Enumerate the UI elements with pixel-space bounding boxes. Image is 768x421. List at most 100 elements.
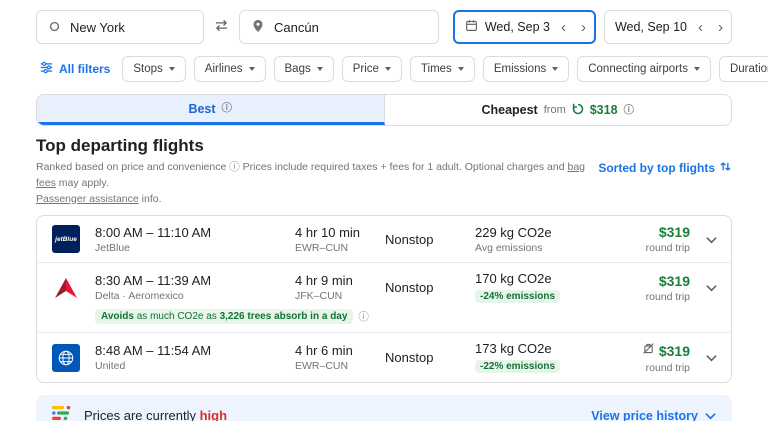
flight-stops: Nonstop: [385, 350, 475, 365]
chevron-down-icon: [706, 280, 717, 295]
flight-row-jetblue[interactable]: jetBlue 8:00 AM – 11:10 AM JetBlue 4 hr …: [37, 216, 731, 263]
depart-prev-day-button[interactable]: ‹: [557, 20, 570, 35]
filter-chip-stops[interactable]: Stops: [122, 56, 185, 82]
price-level-value: high: [200, 408, 227, 421]
expand-flight-button[interactable]: [706, 350, 717, 365]
chip-label: Airlines: [205, 63, 243, 75]
chip-label: Stops: [133, 63, 162, 75]
tab-cheapest[interactable]: Cheapest from $318 ⓘ: [385, 95, 732, 125]
flight-price: $319: [659, 224, 690, 240]
date-fields: Wed, Sep 3 ‹ › Wed, Sep 10 ‹ ›: [453, 10, 732, 44]
tab-cheapest-from: from: [544, 104, 566, 116]
view-price-history-label: View price history: [591, 409, 698, 421]
chip-label: Connecting airports: [588, 63, 688, 75]
chip-label: Duration: [730, 63, 768, 75]
flight-duration: 4 hr 6 min: [295, 343, 385, 358]
sorted-by-button[interactable]: Sorted by top flights: [598, 160, 732, 176]
flight-carrier: JetBlue: [95, 242, 295, 254]
chevron-down-icon: [694, 67, 700, 71]
depart-next-day-button[interactable]: ›: [577, 20, 590, 35]
destination-input[interactable]: Cancún: [239, 10, 439, 44]
chevron-down-icon: [458, 67, 464, 71]
flight-co2: 173 kg CO2e: [475, 341, 615, 356]
chevron-down-icon: [317, 67, 323, 71]
united-logo: [51, 343, 81, 373]
search-bar: New York Cancún Wed, Sep 3 ‹ › Wed,: [0, 0, 768, 44]
chevron-down-icon: [552, 67, 558, 71]
flight-list: jetBlue 8:00 AM – 11:10 AM JetBlue 4 hr …: [36, 215, 732, 383]
tune-sliders-icon: [40, 61, 53, 77]
delta-logo: [51, 273, 81, 303]
all-filters-button[interactable]: All filters: [36, 61, 114, 77]
tab-cheapest-price: $318: [590, 103, 618, 117]
passenger-assistance-link[interactable]: Passenger assistance: [36, 193, 139, 205]
depart-date-field[interactable]: Wed, Sep 3 ‹ ›: [453, 10, 596, 44]
co2-savings-badge: Avoids as much CO2e as 3,226 trees absor…: [95, 309, 353, 324]
origin-input[interactable]: New York: [36, 10, 204, 44]
flight-route: EWR–CUN: [295, 360, 385, 372]
origin-value: New York: [70, 20, 125, 35]
flight-price-note: round trip: [642, 362, 690, 374]
assist-suffix-text: info.: [142, 193, 162, 205]
expand-flight-button[interactable]: [706, 280, 717, 295]
flight-times: 8:30 AM – 11:39 AM: [95, 273, 295, 288]
emissions-badge: -22% emissions: [475, 360, 560, 373]
prices-note-text: Prices include required taxes + fees for…: [243, 161, 565, 173]
filter-chip-times[interactable]: Times: [410, 56, 475, 82]
tab-bar: Best ⓘ Cheapest from $318 ⓘ: [36, 94, 732, 126]
flight-stops: Nonstop: [385, 280, 475, 295]
info-icon[interactable]: ⓘ: [229, 161, 240, 173]
filter-chip-duration[interactable]: Duration: [719, 56, 768, 82]
return-prev-day-button[interactable]: ‹: [694, 20, 707, 35]
flights-results-page: New York Cancún Wed, Sep 3 ‹ › Wed,: [0, 0, 768, 421]
chevron-down-icon: [385, 67, 391, 71]
filter-chip-airlines[interactable]: Airlines: [194, 56, 266, 82]
return-date-value: Wed, Sep 10: [615, 20, 687, 34]
jetblue-logo: jetBlue: [51, 224, 81, 254]
chevron-down-icon: [706, 232, 717, 247]
flight-price-note: round trip: [646, 291, 690, 303]
filter-chip-connecting-airports[interactable]: Connecting airports: [577, 56, 711, 82]
chevron-down-icon: [705, 409, 716, 421]
flight-duration: 4 hr 9 min: [295, 273, 385, 288]
info-icon[interactable]: ⓘ: [358, 312, 369, 323]
flight-route: JFK–CUN: [295, 290, 385, 302]
flight-price: $319: [659, 273, 690, 289]
chevron-down-icon: [706, 350, 717, 365]
tab-cheapest-label: Cheapest: [481, 103, 537, 117]
swap-button[interactable]: [210, 17, 233, 37]
flight-price-note: round trip: [646, 242, 690, 254]
tab-best[interactable]: Best ⓘ: [37, 95, 385, 125]
info-icon[interactable]: ⓘ: [624, 105, 635, 116]
filters-row: All filters Stops Airlines Bags Price Ti…: [0, 44, 768, 82]
flight-row-united[interactable]: 8:48 AM – 11:54 AM United 4 hr 6 min EWR…: [37, 333, 731, 382]
may-apply-text: may apply.: [59, 177, 109, 189]
sorted-by-label: Sorted by top flights: [598, 161, 715, 175]
destination-value: Cancún: [274, 20, 319, 35]
ranked-text: Ranked based on price and convenience: [36, 161, 226, 173]
flight-emissions-note: Avg emissions: [475, 242, 615, 254]
flight-duration: 4 hr 10 min: [295, 225, 385, 240]
chip-label: Emissions: [494, 63, 546, 75]
flight-carrier: Delta · Aeromexico: [95, 290, 295, 302]
refresh-spinner-icon: [572, 103, 584, 118]
flight-times: 8:48 AM – 11:54 AM: [95, 343, 295, 358]
filter-chip-price[interactable]: Price: [342, 56, 402, 82]
return-date-field[interactable]: Wed, Sep 10 ‹ ›: [604, 10, 732, 44]
chip-label: Times: [421, 63, 452, 75]
co2-savings-note: Avoids as much CO2e as 3,226 trees absor…: [95, 309, 717, 324]
tab-best-label: Best: [188, 102, 215, 116]
expand-flight-button[interactable]: [706, 232, 717, 247]
chip-label: Price: [353, 63, 379, 75]
emissions-badge: -24% emissions: [475, 290, 560, 303]
flight-row-delta[interactable]: 8:30 AM – 11:39 AM Delta · Aeromexico 4 …: [37, 263, 731, 333]
filter-chip-bags[interactable]: Bags: [274, 56, 334, 82]
info-icon[interactable]: ⓘ: [222, 103, 233, 114]
view-price-history-button[interactable]: View price history: [591, 409, 716, 421]
chevron-down-icon: [249, 67, 255, 71]
flight-price: $319: [659, 343, 690, 359]
return-next-day-button[interactable]: ›: [714, 20, 727, 35]
filter-chip-emissions[interactable]: Emissions: [483, 56, 569, 82]
results-disclaimer: Ranked based on price and convenience ⓘ …: [36, 160, 596, 207]
chevron-down-icon: [169, 67, 175, 71]
